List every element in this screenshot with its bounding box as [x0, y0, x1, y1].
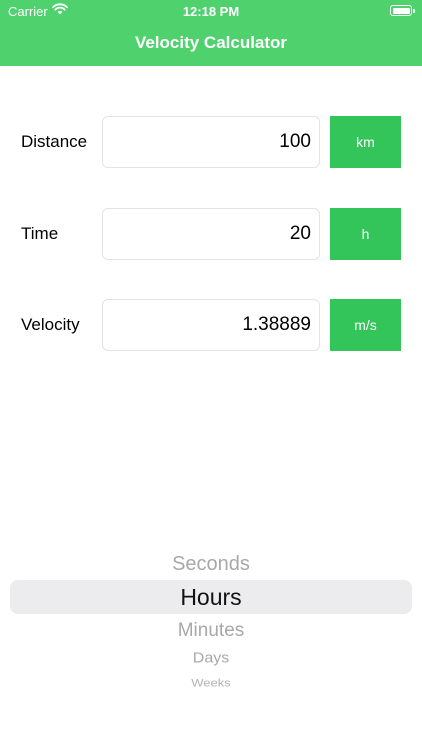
distance-unit-button[interactable]: km	[330, 116, 401, 168]
status-time: 12:18 PM	[182, 4, 240, 19]
battery-icon	[390, 5, 415, 16]
navigation-header: Carrier 12:18 PM Velocity Calculator	[0, 0, 422, 66]
status-bar: Carrier 12:18 PM	[0, 0, 422, 22]
picker-option-minutes[interactable]: Minutes	[0, 620, 422, 642]
picker-option-days[interactable]: Days	[0, 651, 422, 668]
time-label: Time	[21, 224, 59, 243]
time-unit-button[interactable]: h	[330, 208, 401, 260]
velocity-row: Velocity m/s	[0, 299, 422, 351]
velocity-output[interactable]	[102, 299, 320, 351]
time-unit-picker[interactable]: Seconds Hours Minutes Days Weeks	[0, 548, 422, 698]
page-title: Velocity Calculator	[134, 33, 288, 52]
picker-option-weeks[interactable]: Weeks	[0, 676, 422, 689]
distance-label: Distance	[21, 132, 88, 151]
velocity-unit-button[interactable]: m/s	[330, 299, 401, 351]
picker-option-hours[interactable]: Hours	[0, 584, 422, 611]
distance-row: Distance km	[0, 116, 422, 168]
time-input[interactable]	[102, 208, 320, 260]
distance-input[interactable]	[102, 116, 320, 168]
velocity-label: Velocity	[21, 315, 80, 334]
picker-option-seconds[interactable]: Seconds	[0, 553, 422, 576]
time-row: Time h	[0, 208, 422, 260]
